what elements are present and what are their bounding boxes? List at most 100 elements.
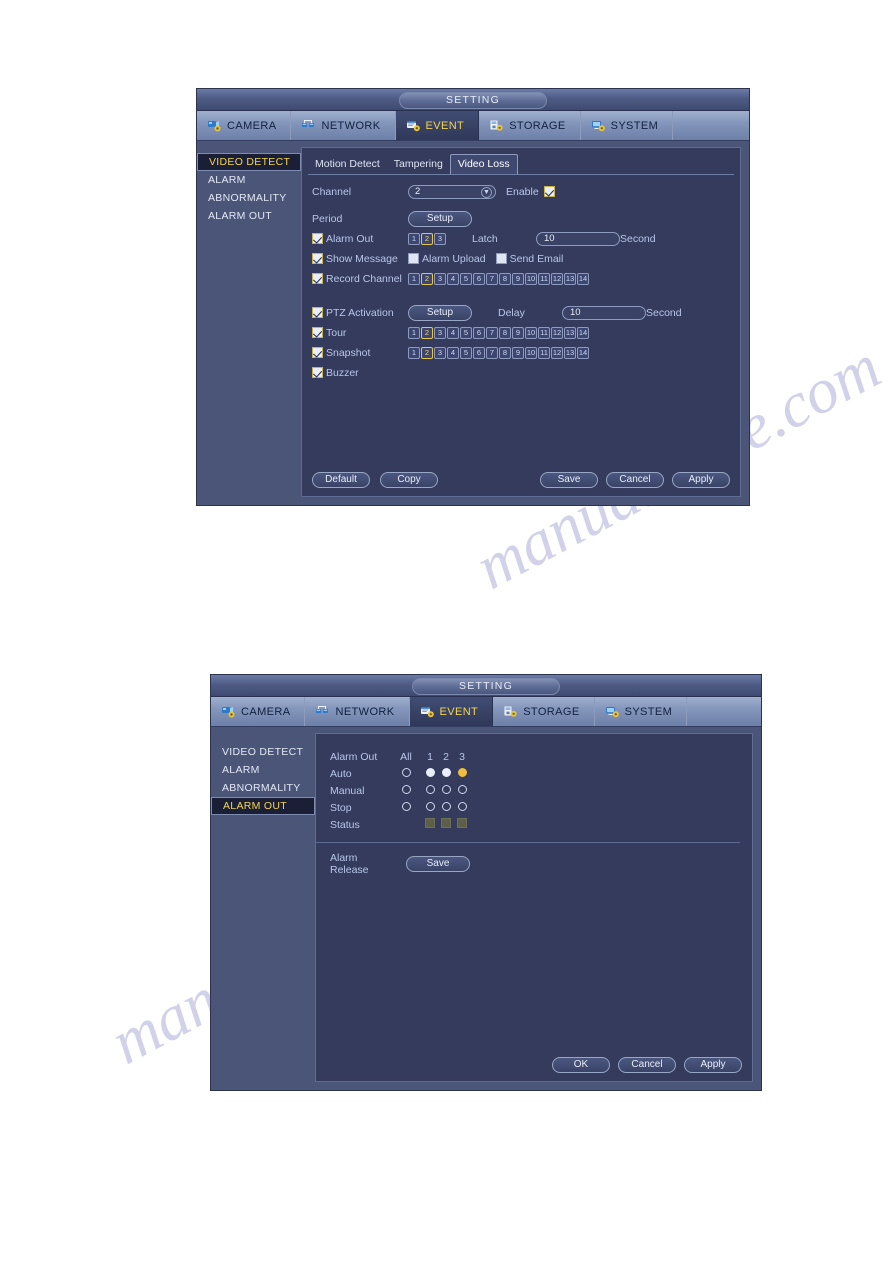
alarm-upload-group[interactable]: Alarm Upload <box>408 253 496 265</box>
sidebar-item-video-detect[interactable]: VIDEO DETECT <box>211 743 315 761</box>
tour-chip-1[interactable]: 1 <box>408 326 420 339</box>
show-message-checkbox[interactable] <box>312 253 323 264</box>
tour-chip-4[interactable]: 4 <box>447 326 459 339</box>
radio-dot[interactable] <box>425 784 435 794</box>
record-channel-checkbox[interactable] <box>312 273 323 284</box>
tour-chip-3[interactable]: 3 <box>434 326 446 339</box>
buzzer-checkbox[interactable] <box>312 367 323 378</box>
ptz-checkbox[interactable] <box>312 307 323 318</box>
radio-stop-all[interactable] <box>390 801 422 814</box>
record-channel-chip-11[interactable]: 11 <box>538 272 550 285</box>
cancel-button-2[interactable]: Cancel <box>618 1057 676 1073</box>
chevron-down-icon[interactable]: ▼ <box>481 186 492 198</box>
buzzer-group[interactable]: Buzzer <box>312 367 408 379</box>
tour-chip-9[interactable]: 9 <box>512 326 524 339</box>
record-channel-chip-1[interactable]: 1 <box>408 272 420 285</box>
inner-tab-motion-detect[interactable]: Motion Detect <box>308 154 387 174</box>
alarm-out-chip-2[interactable]: 2 <box>421 232 433 245</box>
tour-checkbox[interactable] <box>312 327 323 338</box>
alarm-out-chip-3[interactable]: 3 <box>434 232 446 245</box>
radio-dot[interactable] <box>401 767 411 777</box>
snapshot-chip-6[interactable]: 6 <box>473 346 485 359</box>
tour-group[interactable]: Tour <box>312 327 408 339</box>
latch-input[interactable]: 10 <box>536 231 620 246</box>
tour-chip-5[interactable]: 5 <box>460 326 472 339</box>
tour-chip-11[interactable]: 11 <box>538 326 550 339</box>
tab-camera[interactable]: CAMERA <box>197 111 292 140</box>
radio-auto-1[interactable] <box>422 767 438 780</box>
alarm-release-save-button[interactable]: Save <box>406 856 470 872</box>
sidebar-item-abnormality[interactable]: ABNORMALITY <box>211 779 315 797</box>
snapshot-chip-10[interactable]: 10 <box>525 346 537 359</box>
record-channel-chip-6[interactable]: 6 <box>473 272 485 285</box>
sidebar-item-alarm-out[interactable]: ALARM OUT <box>211 797 315 815</box>
record-channel-chip-2[interactable]: 2 <box>421 272 433 285</box>
record-channel-chips[interactable]: 1 2 3 4 5 6 7 8 9 10 11 12 13 14 <box>408 272 589 285</box>
period-setup-button[interactable]: Setup <box>408 210 472 227</box>
channel-select[interactable]: 2 ▼ <box>408 184 496 199</box>
send-email-checkbox[interactable] <box>495 253 507 264</box>
alarm-out-chip-1[interactable]: 1 <box>408 232 420 245</box>
snapshot-checkbox[interactable] <box>312 347 323 358</box>
tour-chip-2[interactable]: 2 <box>421 326 433 339</box>
inner-tab-tampering[interactable]: Tampering <box>387 154 450 174</box>
ptz-setup-button[interactable]: Setup <box>408 304 472 321</box>
snapshot-chip-7[interactable]: 7 <box>486 346 498 359</box>
radio-dot[interactable] <box>457 784 467 794</box>
snapshot-chip-5[interactable]: 5 <box>460 346 472 359</box>
save-button[interactable]: Save <box>540 472 598 488</box>
snapshot-chip-14[interactable]: 14 <box>577 346 589 359</box>
record-channel-chip-4[interactable]: 4 <box>447 272 459 285</box>
tour-chip-14[interactable]: 14 <box>577 326 589 339</box>
apply-button[interactable]: Apply <box>672 472 730 488</box>
record-channel-chip-12[interactable]: 12 <box>551 272 563 285</box>
record-channel-chip-14[interactable]: 14 <box>577 272 589 285</box>
alarm-out-chips[interactable]: 123 <box>408 232 446 245</box>
tour-chip-10[interactable]: 10 <box>525 326 537 339</box>
radio-dot[interactable] <box>425 767 435 777</box>
radio-dot[interactable] <box>441 767 451 777</box>
snapshot-chip-13[interactable]: 13 <box>564 346 576 359</box>
ptz-group[interactable]: PTZ Activation <box>312 307 408 319</box>
record-channel-chip-10[interactable]: 10 <box>525 272 537 285</box>
radio-manual-2[interactable] <box>438 784 454 797</box>
radio-auto-2[interactable] <box>438 767 454 780</box>
sidebar-item-alarm-out[interactable]: ALARM OUT <box>197 207 301 225</box>
snapshot-chip-8[interactable]: 8 <box>499 346 511 359</box>
snapshot-chip-12[interactable]: 12 <box>551 346 563 359</box>
delay-input[interactable]: 10 <box>562 305 646 320</box>
cancel-button[interactable]: Cancel <box>606 472 664 488</box>
tab-event[interactable]: EVENT <box>409 697 494 726</box>
copy-button[interactable]: Copy <box>380 472 438 488</box>
snapshot-chip-4[interactable]: 4 <box>447 346 459 359</box>
snapshot-chip-9[interactable]: 9 <box>512 346 524 359</box>
ok-button[interactable]: OK <box>552 1057 610 1073</box>
tab-event[interactable]: EVENT <box>395 111 480 140</box>
radio-dot[interactable] <box>457 801 467 811</box>
tab-system[interactable]: SYSTEM <box>595 697 688 726</box>
snapshot-chip-1[interactable]: 1 <box>408 346 420 359</box>
alarm-out-checkbox-group[interactable]: Alarm Out <box>312 233 408 245</box>
tour-chip-7[interactable]: 7 <box>486 326 498 339</box>
enable-checkbox[interactable] <box>543 186 555 197</box>
snapshot-chip-2[interactable]: 2 <box>421 346 433 359</box>
snapshot-group[interactable]: Snapshot <box>312 347 408 359</box>
radio-dot[interactable] <box>425 801 435 811</box>
radio-manual-1[interactable] <box>422 784 438 797</box>
radio-dot[interactable] <box>441 784 451 794</box>
tab-storage[interactable]: STORAGE <box>493 697 595 726</box>
inner-tab-video-loss[interactable]: Video Loss <box>449 154 518 174</box>
snapshot-chip-11[interactable]: 11 <box>538 346 550 359</box>
radio-manual-3[interactable] <box>454 784 470 797</box>
record-channel-chip-7[interactable]: 7 <box>486 272 498 285</box>
sidebar-item-alarm[interactable]: ALARM <box>197 171 301 189</box>
tab-network[interactable]: NETWORK <box>305 697 410 726</box>
record-channel-chip-3[interactable]: 3 <box>434 272 446 285</box>
radio-manual-all[interactable] <box>390 784 422 797</box>
tab-camera[interactable]: CAMERA <box>211 697 306 726</box>
default-button[interactable]: Default <box>312 472 370 488</box>
radio-stop-2[interactable] <box>438 801 454 814</box>
radio-dot[interactable] <box>401 784 411 794</box>
record-channel-chip-9[interactable]: 9 <box>512 272 524 285</box>
tour-chip-12[interactable]: 12 <box>551 326 563 339</box>
